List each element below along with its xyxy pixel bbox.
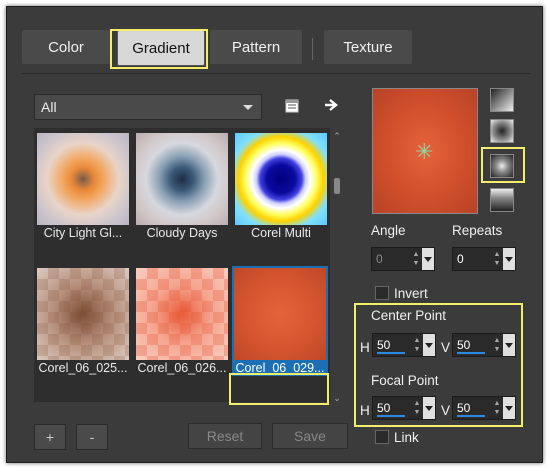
gradient-swatch bbox=[235, 133, 327, 225]
gradient-thumb-city-light[interactable]: City Light Gl... bbox=[35, 131, 131, 241]
link-checkbox[interactable] bbox=[375, 430, 389, 444]
chevron-down-icon[interactable] bbox=[503, 248, 515, 270]
gradient-thumb-corel-06-026[interactable]: Corel_06_026... bbox=[134, 266, 230, 376]
gradient-thumb-corel-06-029[interactable]: Corel_06_029... bbox=[232, 266, 328, 376]
focal-v-value[interactable]: 50 bbox=[457, 401, 491, 415]
center-h-label: H bbox=[360, 340, 370, 355]
focal-point-label: Focal Point bbox=[371, 373, 439, 388]
scroll-up-icon[interactable]: ⌃ bbox=[333, 132, 341, 141]
save-button[interactable]: Save bbox=[272, 423, 348, 449]
chevron-down-icon[interactable] bbox=[503, 334, 515, 356]
focal-h-level bbox=[377, 415, 405, 417]
chevron-down-icon[interactable] bbox=[503, 397, 515, 419]
category-dropdown[interactable]: All bbox=[34, 94, 262, 120]
repeats-label: Repeats bbox=[452, 223, 503, 238]
center-h-spinner[interactable]: 50 ▲ ▼ bbox=[372, 333, 436, 357]
focal-v-spinner[interactable]: 50 ▲ ▼ bbox=[452, 396, 516, 420]
gradient-preview[interactable]: ✳ bbox=[372, 88, 478, 214]
focal-h-spinner[interactable]: 50 ▲ ▼ bbox=[372, 396, 436, 420]
gradient-caption: Cloudy Days bbox=[146, 226, 218, 240]
angle-value[interactable]: 0 bbox=[376, 252, 410, 266]
rectangular-style-icon[interactable] bbox=[490, 119, 514, 143]
focal-h-label: H bbox=[360, 403, 370, 418]
center-point-marker-icon[interactable]: ✳ bbox=[415, 139, 433, 165]
tab-color[interactable]: Color bbox=[22, 30, 110, 64]
invert-label: Invert bbox=[394, 286, 428, 301]
gradient-swatch bbox=[37, 268, 129, 360]
gradient-swatch bbox=[234, 268, 326, 360]
center-v-spinner[interactable]: 50 ▲ ▼ bbox=[452, 333, 516, 357]
sunburst-style-icon[interactable] bbox=[490, 188, 514, 212]
chevron-down-icon bbox=[243, 105, 253, 110]
gradient-thumb-corel-06-025[interactable]: Corel_06_025... bbox=[35, 266, 131, 376]
up-down-arrows-icon[interactable]: ▲ ▼ bbox=[411, 334, 423, 356]
gradient-swatch bbox=[136, 133, 228, 225]
gradient-thumb-corel-multi[interactable]: Corel Multi bbox=[233, 131, 329, 241]
gradient-caption: Corel_06_026... bbox=[137, 361, 227, 375]
up-down-arrows-icon[interactable]: ▲ ▼ bbox=[411, 397, 423, 419]
tab-texture[interactable]: Texture bbox=[324, 30, 412, 64]
up-down-arrows-icon[interactable]: ▲ ▼ bbox=[410, 248, 422, 270]
remove-gradient-button[interactable]: - bbox=[76, 424, 108, 450]
angle-spinner[interactable]: 0 ▲ ▼ bbox=[371, 247, 435, 271]
category-dropdown-value: All bbox=[41, 99, 57, 115]
linear-style-icon[interactable] bbox=[490, 88, 514, 112]
angle-label: Angle bbox=[371, 223, 406, 238]
add-gradient-button[interactable]: + bbox=[34, 424, 66, 450]
gradient-caption: Corel_06_029... bbox=[235, 361, 325, 375]
gradient-caption: City Light Gl... bbox=[43, 226, 123, 240]
center-v-level bbox=[457, 352, 485, 354]
center-v-label: V bbox=[441, 340, 451, 355]
gradient-swatch bbox=[136, 268, 228, 360]
up-down-arrows-icon[interactable]: ▲ ▼ bbox=[491, 248, 503, 270]
gradient-thumb-cloudy-days[interactable]: Cloudy Days bbox=[134, 131, 230, 241]
center-h-level bbox=[377, 352, 405, 354]
repeats-value[interactable]: 0 bbox=[457, 252, 491, 266]
link-label: Link bbox=[394, 430, 419, 445]
up-down-arrows-icon[interactable]: ▲ ▼ bbox=[491, 397, 503, 419]
gallery-scrollbar[interactable]: ⌃ ⌄ bbox=[332, 132, 342, 403]
focal-h-value[interactable]: 50 bbox=[377, 401, 411, 415]
focal-v-level bbox=[457, 415, 485, 417]
chevron-down-icon[interactable] bbox=[423, 397, 435, 419]
gradient-caption: Corel Multi bbox=[251, 226, 311, 240]
scrollbar-thumb[interactable] bbox=[334, 178, 340, 194]
center-point-label: Center Point bbox=[371, 308, 447, 323]
center-h-value[interactable]: 50 bbox=[377, 338, 411, 352]
up-down-arrows-icon[interactable]: ▲ ▼ bbox=[491, 334, 503, 356]
reset-button[interactable]: Reset bbox=[188, 423, 262, 449]
tab-divider bbox=[22, 73, 530, 74]
tab-gradient[interactable]: Gradient bbox=[117, 30, 205, 66]
scroll-down-icon[interactable]: ⌄ bbox=[333, 394, 341, 403]
center-v-value[interactable]: 50 bbox=[457, 338, 491, 352]
repeats-spinner[interactable]: 0 ▲ ▼ bbox=[452, 247, 516, 271]
invert-checkbox[interactable] bbox=[375, 286, 389, 300]
tab-separator bbox=[312, 38, 313, 60]
chevron-down-icon[interactable] bbox=[422, 248, 434, 270]
focal-v-label: V bbox=[441, 403, 451, 418]
gradient-caption: Corel_06_025... bbox=[38, 361, 128, 375]
radial-style-icon[interactable] bbox=[490, 154, 514, 178]
resource-manager-icon[interactable] bbox=[283, 97, 301, 115]
arrow-right-icon[interactable] bbox=[322, 96, 340, 114]
chevron-down-icon[interactable] bbox=[423, 334, 435, 356]
gradient-swatch bbox=[37, 133, 129, 225]
tab-pattern[interactable]: Pattern bbox=[210, 30, 302, 64]
